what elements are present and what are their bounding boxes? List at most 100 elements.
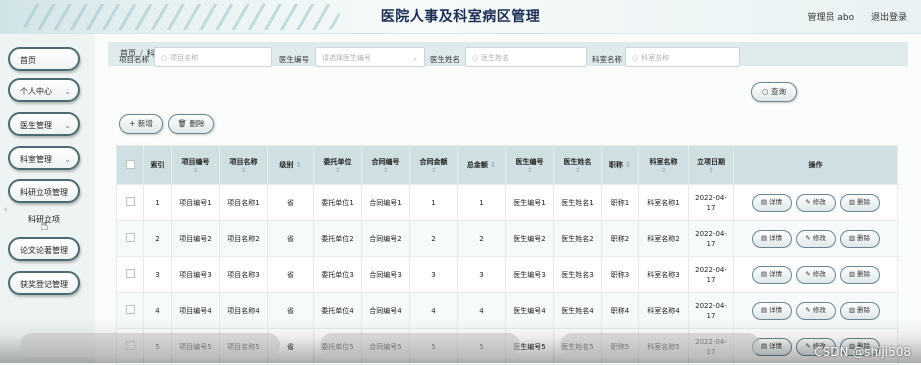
column-header-contract-no[interactable]: 合同编号 ⇕ [361,145,410,185]
sidebar-item-paper-mgmt[interactable]: 论文论著管理 [8,237,80,261]
sidebar-item-home[interactable]: 首页 [8,47,80,71]
sidebar-item-doctor-mgmt[interactable]: 医生管理 ⌄ [8,112,80,136]
column-header-unit[interactable]: 委托单位 ⇕ [313,145,362,185]
cell-total-amount: 4 [457,292,506,329]
cell-total-amount: 3 [457,256,506,293]
sort-icon[interactable]: ⇕ [296,161,302,169]
delete-button[interactable]: ▥ 删除 [839,265,880,284]
column-header-contract-amount[interactable]: 合同金额 ⇕ [409,145,458,185]
select-placeholder: 请选择医生编号 [322,54,371,62]
column-header-doctor-no[interactable]: 医生编号 ⇕ [505,145,554,185]
filter-label-project-name: 项目名称 [119,55,149,64]
doctor-name-input[interactable]: ○ 医生姓名 [465,47,587,67]
sidebar-item-award-mgmt[interactable]: 获奖登记管理 [8,271,80,295]
row-actions: ▤ 详情 ✎ 修改 ▥ 删除 [733,292,898,329]
column-header-project-name[interactable]: 项目名称 ⇕ [219,145,268,185]
cell-total-amount: 2 [457,220,506,257]
chevron-down-icon: ⌄ [412,54,418,62]
column-header-total[interactable]: 总金额 ⇕ [457,145,506,185]
search-button[interactable]: ○ 查询 [751,82,797,102]
cell-date: 2022-04-17 [688,292,734,329]
detail-button[interactable]: ▤ 详情 [751,229,792,248]
column-header-title[interactable]: 职称 ⇕ [601,145,639,185]
date-value: 2022-04-17 [695,193,727,212]
edit-icon: ✎ [805,233,813,242]
header-label: 委托单位 [323,157,352,166]
detail-button[interactable]: ▤ 详情 [751,265,792,284]
cell-date: 2022-04-17 [688,256,734,293]
sidebar-item-research-mgmt[interactable]: 科研立项管理 [8,179,80,203]
cell-total-amount: 1 [457,184,506,221]
edit-label: 修改 [812,269,826,278]
overlay-bar [320,333,520,357]
edit-icon: ✎ [805,341,813,350]
cell-unit: 委托单位1 [313,184,362,221]
column-header-date[interactable]: 立项日期 ⇕ [688,145,734,185]
watermark: CSDN @shiji508 [814,345,911,359]
select-all-checkbox[interactable] [125,159,135,169]
header-label: 医生编号 [515,157,544,166]
sidebar-item-personal-center[interactable]: 个人中心 ⌄ [8,78,80,102]
detail-button[interactable]: ▤ 详情 [751,301,792,320]
cell-title: 职称2 [601,220,639,257]
column-header-project-code[interactable]: 项目编号 ⇕ [171,145,220,185]
delete-button[interactable]: ▥ 删除 [839,229,880,248]
dept-name-input[interactable]: ○ 科室名称 [625,47,740,67]
column-header-doctor-name[interactable]: 医生姓名 ⇕ [553,145,602,185]
filter-label-doctor-no: 医生编号 [279,55,309,64]
search-button-label: 查询 [770,87,786,96]
cell-project-name: 项目名称3 [219,256,268,293]
edit-button[interactable]: ✎ 修改 [795,193,836,212]
sidebar-item-dept-mgmt[interactable]: 科室管理 ⌄ [8,146,80,170]
sort-icon[interactable]: ⇕ [625,161,631,169]
input-placeholder: 项目名称 [170,54,199,62]
search-icon: ○ [632,54,639,62]
edit-label: 修改 [812,305,826,314]
cell-level: 省 [267,184,314,221]
trash-icon: ▥ [848,269,858,278]
edit-button[interactable]: ✎ 修改 [795,229,836,248]
batch-delete-button[interactable]: 🗑 删除 [168,114,214,134]
sort-icon[interactable]: ⇕ [490,161,496,169]
doctor-no-select[interactable]: 请选择医生编号 ⌄ [315,47,425,67]
edit-button[interactable]: ✎ 修改 [795,301,836,320]
delete-button[interactable]: ▥ 删除 [839,301,880,320]
edit-button[interactable]: ✎ 修改 [795,265,836,284]
add-button[interactable]: + 新增 [119,114,163,134]
column-header-level[interactable]: 级别 ⇕ [267,145,314,185]
sort-icon[interactable]: ⇕ [507,167,553,174]
project-name-input[interactable]: ○ 项目名称 [154,47,272,67]
row-checkbox[interactable] [125,305,135,314]
cell-contract-amount: 1 [409,184,458,221]
cell-doctor-no: 医生编号2 [505,220,554,257]
search-icon: ○ [161,54,168,62]
detail-button[interactable]: ▤ 详情 [751,193,792,212]
row-checkbox[interactable] [125,269,135,278]
sort-icon[interactable]: ⇕ [315,167,361,174]
sort-icon[interactable]: ⇕ [173,167,219,174]
collapse-arrow-icon[interactable]: ‹ [4,205,8,215]
delete-button[interactable]: ▥ 删除 [839,193,880,212]
sidebar-item-label: 个人中心 [20,87,52,96]
sort-icon[interactable]: ⇕ [221,167,267,174]
logout-link[interactable]: 退出登录 [871,13,907,23]
cell-unit: 委托单位3 [313,256,362,293]
row-checkbox[interactable] [125,197,135,206]
sidebar-item-label: 首页 [20,56,36,65]
sort-icon[interactable]: ⇕ [640,167,688,174]
sort-icon[interactable]: ⇕ [363,167,409,174]
cell-doctor-name: 医生姓名2 [553,220,602,257]
cell-doctor-no: 医生编号1 [505,184,554,221]
sidebar-item-label: 获奖登记管理 [20,280,68,289]
cell-level: 省 [267,256,314,293]
column-header-dept[interactable]: 科室名称 ⇕ [638,145,689,185]
sort-icon[interactable]: ⇕ [411,167,457,174]
current-user: 管理员 abo [807,13,855,23]
detail-icon: ▤ [760,305,770,314]
plus-icon: + [129,119,138,128]
table-row: 1 项目编号1 项目名称1 省委托单位1 合同编号1 1 1 医生编号1 医生姓名1 职称1 科室名… [116,184,898,221]
row-checkbox[interactable] [125,233,135,242]
sort-icon[interactable]: ⇕ [690,167,733,174]
sort-icon[interactable]: ⇕ [555,167,601,174]
cell-doctor-no: 医生编号4 [505,292,554,329]
